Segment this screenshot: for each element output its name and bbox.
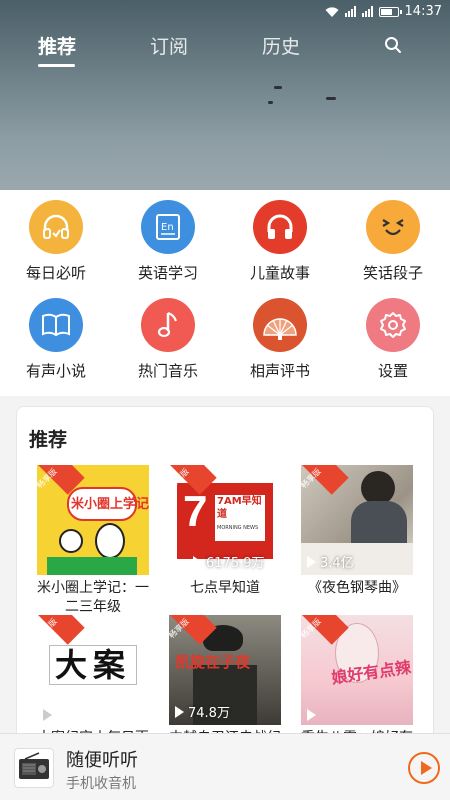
album-cover: 畅享版 3.4亿 [301, 465, 413, 575]
signal-icon [361, 6, 373, 17]
play-count [307, 709, 320, 721]
category-label: 设置 [377, 362, 408, 380]
play-count-icon [193, 555, 202, 568]
album-title: 米小圈上学记：一二三年级 [37, 580, 149, 615]
cover-subtitle: MORNING NEWS [217, 525, 259, 531]
album-card[interactable]: 娘好有点辣 畅享版 重生八零：娘好有点辣 [301, 615, 413, 745]
bird-decoration [274, 86, 282, 89]
status-bar: 14:37 [0, 0, 450, 26]
play-count: 74.8万 [175, 702, 230, 721]
play-count-icon [43, 709, 52, 721]
category-label: 英语学习 [137, 264, 198, 282]
now-playing-subtitle: 手机收音机 [66, 776, 136, 792]
album-card[interactable]: 米小圈上学记 畅享版 米小圈上学记：一二三年级 [37, 465, 149, 617]
hero-banner[interactable]: 14:37 推荐 订阅 历史 [0, 0, 450, 190]
play-button[interactable] [408, 752, 440, 784]
active-tab-indicator [38, 64, 75, 67]
category-music[interactable]: 热门音乐 [118, 298, 218, 388]
gear-icon [366, 298, 420, 352]
status-time: 14:37 [404, 4, 442, 19]
radio-icon [14, 748, 54, 788]
smiley-face-icon [366, 200, 420, 254]
bird-decoration [326, 97, 336, 100]
play-count-icon [307, 709, 316, 721]
play-count: 3.4亿 [307, 552, 354, 571]
section-title: 推荐 [29, 429, 68, 451]
vip-tag: 畅享版 [301, 465, 349, 513]
album-cover: 大案 畅享版 [37, 615, 149, 725]
battery-icon [378, 6, 402, 17]
signal-icon [344, 6, 356, 17]
recommend-section: 推荐 米小圈上学记 畅享版 米小圈上学记：一二三年级 7 7AM早知道 MORN… [16, 406, 434, 746]
album-title: 七点早知道 [190, 580, 260, 596]
tab-history[interactable]: 历史 [262, 32, 300, 59]
vip-tag: 畅享版 [301, 615, 349, 663]
category-grid: 每日必听 En 英语学习 儿童故事 笑话段子 有声小说 热门音乐 相声评书 设置 [0, 190, 450, 396]
category-jokes[interactable]: 笑话段子 [343, 200, 443, 290]
play-count: 6175.9万 [193, 552, 265, 571]
top-tabs: 推荐 订阅 历史 [0, 32, 450, 68]
headphones-icon [253, 200, 307, 254]
category-label: 笑话段子 [362, 264, 423, 282]
tab-subscribe[interactable]: 订阅 [150, 32, 188, 59]
search-icon[interactable] [384, 36, 402, 54]
play-count-icon [307, 555, 316, 568]
category-label: 儿童故事 [249, 264, 310, 282]
category-label: 每日必听 [25, 264, 86, 282]
now-playing-title: 随便听听 [66, 750, 138, 771]
album-cover: 米小圈上学记 畅享版 [37, 465, 149, 575]
svg-text:En: En [161, 222, 174, 233]
album-cover: 7 7AM早知道 MORNING NEWS 畅享版 6175.9万 [169, 465, 281, 575]
category-crosstalk[interactable]: 相声评书 [230, 298, 330, 388]
category-label: 热门音乐 [137, 362, 198, 380]
bird-decoration [268, 101, 273, 104]
english-book-icon: En [141, 200, 195, 254]
category-english[interactable]: En 英语学习 [118, 200, 218, 290]
mini-player[interactable]: 随便听听 手机收音机 [0, 733, 450, 800]
wifi-icon [325, 6, 339, 17]
music-note-icon [141, 298, 195, 352]
cover-title: 7AM早知道 [217, 496, 262, 520]
category-kids-stories[interactable]: 儿童故事 [230, 200, 330, 290]
category-audiobooks[interactable]: 有声小说 [6, 298, 106, 388]
vip-tag: 畅享版 [37, 465, 85, 513]
album-cover: 娘好有点辣 畅享版 [301, 615, 413, 725]
category-label: 有声小说 [25, 362, 86, 380]
album-title: 《夜色钢琴曲》 [308, 580, 406, 596]
album-card[interactable]: 7 7AM早知道 MORNING NEWS 畅享版 6175.9万 七点早知道 [169, 465, 281, 598]
open-book-icon [29, 298, 83, 352]
vip-tag: 畅享版 [37, 615, 85, 663]
play-count [43, 709, 56, 721]
category-settings[interactable]: 设置 [343, 298, 443, 388]
headphones-icon [29, 200, 83, 254]
category-label: 相声评书 [249, 362, 310, 380]
album-cover: 凯旋在子夜 畅享版 74.8万 [169, 615, 281, 725]
vip-tag: 畅享版 [169, 615, 217, 663]
play-count-icon [175, 705, 184, 718]
vip-tag: 畅享版 [169, 465, 217, 513]
tab-recommend[interactable]: 推荐 [38, 32, 76, 59]
category-daily[interactable]: 每日必听 [6, 200, 106, 290]
album-card[interactable]: 凯旋在子夜 畅享版 74.8万 中越自卫还击战纪实 [169, 615, 281, 745]
album-card[interactable]: 畅享版 3.4亿 《夜色钢琴曲》 [301, 465, 413, 598]
album-card[interactable]: 大案 畅享版 大案纪实丨每日更新 [37, 615, 149, 745]
fan-icon [253, 298, 307, 352]
